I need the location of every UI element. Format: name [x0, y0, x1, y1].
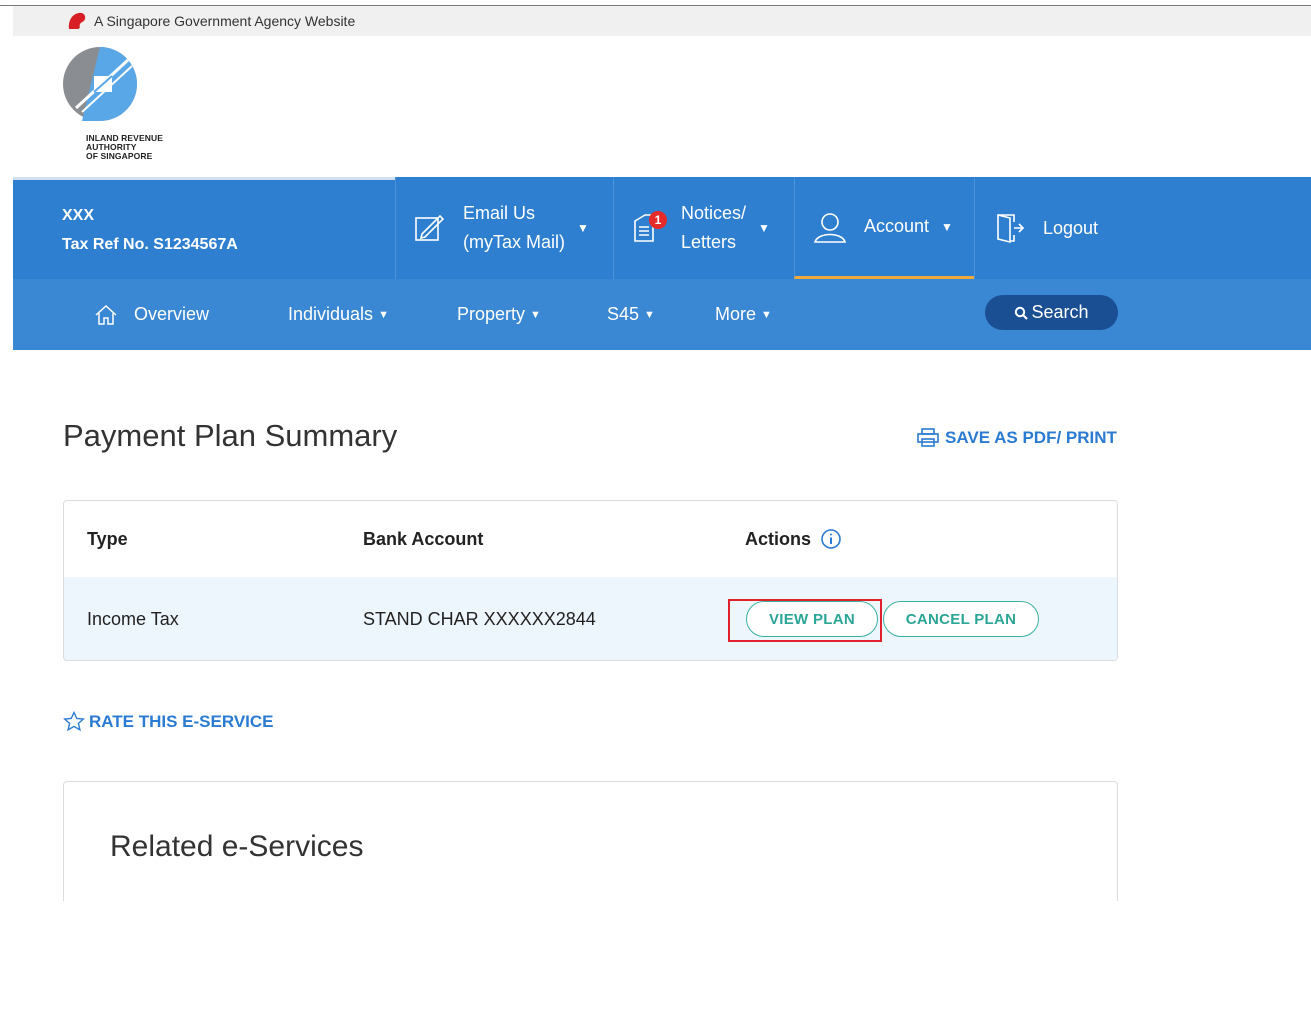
account-menu[interactable]: Account ▼	[794, 177, 974, 279]
page-title: Payment Plan Summary	[63, 418, 398, 453]
table-header: Type Bank Account Actions	[64, 501, 1117, 578]
logout-icon	[992, 211, 1026, 245]
nav-more-label: More	[715, 304, 757, 324]
tax-ref-number: Tax Ref No. S1234567A	[62, 236, 238, 253]
logout-label: Logout	[1043, 217, 1099, 238]
user-name: XXX	[62, 207, 95, 224]
cell-bank-account: STAND CHAR XXXXXX2844	[363, 609, 596, 629]
column-header-type: Type	[87, 529, 128, 549]
government-banner: A Singapore Government Agency Website	[13, 6, 1311, 36]
letter-icon: 1	[631, 211, 667, 245]
nav-individuals-label: Individuals	[288, 304, 374, 324]
chevron-down-icon: ▼	[761, 308, 772, 321]
actions-label: Actions	[745, 528, 812, 549]
nav-property[interactable]: Property ▼	[457, 279, 541, 350]
related-e-services-panel: Related e-Services	[63, 781, 1118, 901]
nav-individuals[interactable]: Individuals ▼	[288, 279, 389, 350]
highlight-box	[728, 599, 882, 642]
info-icon[interactable]	[820, 528, 842, 550]
chevron-down-icon: ▼	[530, 308, 541, 321]
chevron-down-icon: ▼	[644, 308, 655, 321]
nav-overview-label: Overview	[134, 304, 210, 324]
chevron-down-icon: ▼	[577, 221, 589, 235]
rate-label: RATE THIS E-SERVICE	[89, 711, 274, 731]
star-icon	[63, 711, 89, 732]
account-header: XXX Tax Ref No. S1234567A Email Us (myTa…	[13, 177, 1311, 279]
chevron-down-icon: ▼	[941, 219, 953, 234]
lion-head-icon	[66, 11, 88, 31]
search-icon	[1014, 306, 1029, 320]
account-label: Account	[864, 216, 930, 236]
nav-s45-label: S45	[607, 304, 640, 324]
letters-label: Letters	[681, 232, 737, 252]
printer-icon	[917, 428, 945, 448]
government-banner-text: A Singapore Government Agency Website	[94, 13, 356, 29]
search-button[interactable]: Search	[985, 295, 1118, 330]
user-icon	[812, 209, 848, 245]
print-label: SAVE AS PDF/ PRINT	[945, 428, 1117, 447]
logout-button[interactable]: Logout	[974, 177, 1124, 279]
notices-letters-menu[interactable]: 1 Notices/ Letters ▼	[613, 177, 794, 279]
payment-plan-table: Type Bank Account Actions Income Tax STA…	[63, 500, 1118, 661]
notices-label: Notices/	[681, 203, 747, 223]
chevron-down-icon: ▼	[378, 308, 389, 321]
main-navigation: Overview Individuals ▼ Property ▼ S45 ▼ …	[13, 279, 1311, 350]
nav-property-label: Property	[457, 304, 526, 324]
chevron-down-icon: ▼	[758, 221, 770, 235]
cancel-plan-button[interactable]: CANCEL PLAN	[883, 601, 1039, 637]
rate-e-service-link[interactable]: RATE THIS E-SERVICE	[63, 711, 274, 732]
nav-more[interactable]: More ▼	[715, 279, 772, 350]
save-as-pdf-print-link[interactable]: SAVE AS PDF/ PRINT	[917, 428, 1117, 448]
search-label: Search	[1031, 302, 1089, 322]
email-us-menu[interactable]: Email Us (myTax Mail) ▼	[395, 177, 613, 279]
column-header-bank-account: Bank Account	[363, 529, 484, 549]
notification-badge: 1	[649, 211, 667, 229]
related-e-services-title: Related e-Services	[110, 830, 364, 863]
logo-text: INLAND REVENUE AUTHORITY OF SINGAPORE	[86, 133, 163, 161]
mytax-mail-label: (myTax Mail)	[463, 232, 565, 252]
table-row: Income Tax STAND CHAR XXXXXX2844 VIEW PL…	[64, 577, 1117, 660]
column-header-actions: Actions	[745, 528, 842, 550]
cell-type: Income Tax	[87, 609, 179, 629]
email-compose-icon	[413, 212, 445, 244]
user-info: XXX Tax Ref No. S1234567A	[13, 177, 395, 279]
home-icon	[94, 303, 118, 327]
email-us-label: Email Us	[463, 203, 536, 223]
nav-s45[interactable]: S45 ▼	[607, 279, 655, 350]
nav-overview[interactable]: Overview	[94, 279, 209, 350]
iras-logo[interactable]: INLAND REVENUE AUTHORITY OF SINGAPORE	[62, 46, 202, 172]
